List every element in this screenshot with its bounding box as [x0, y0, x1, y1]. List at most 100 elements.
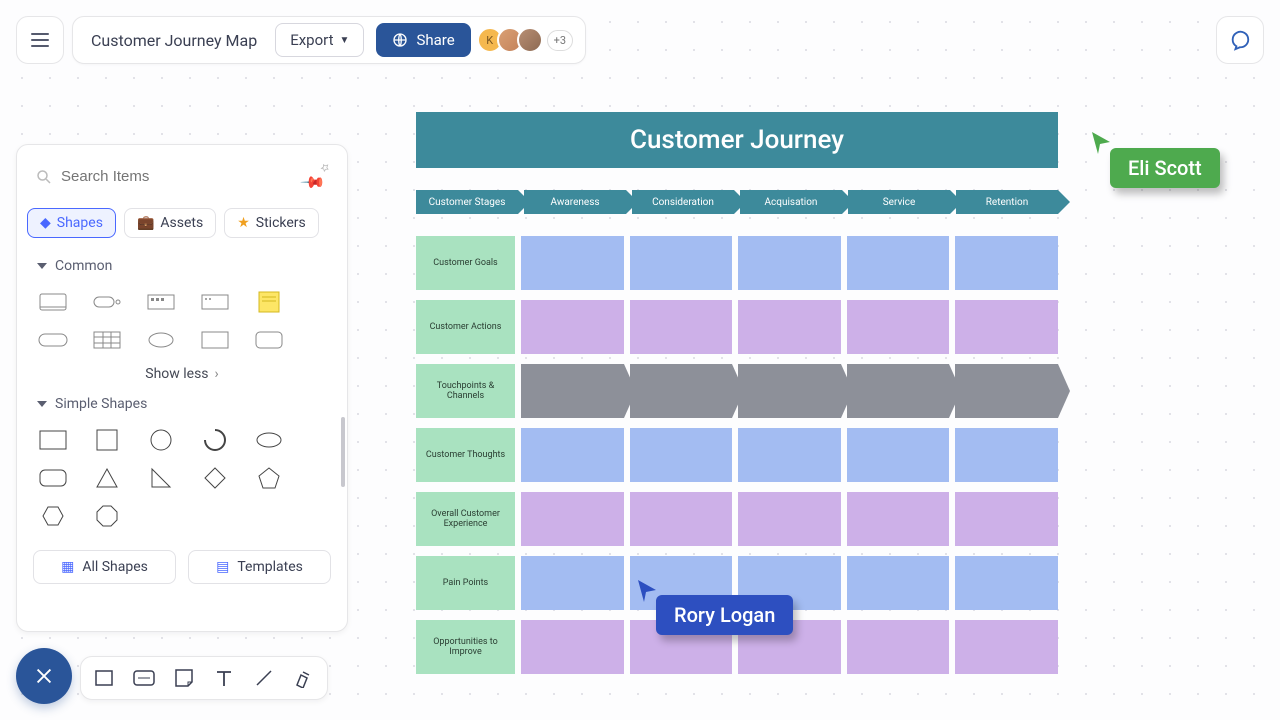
shape-arc[interactable]	[199, 428, 231, 452]
grid-cell[interactable]	[630, 428, 733, 482]
grid-cell[interactable]	[630, 364, 733, 418]
stage-header[interactable]: Awareness	[524, 190, 626, 214]
shape-ellipse[interactable]	[253, 428, 285, 452]
tool-line[interactable]	[251, 665, 277, 691]
journey-map[interactable]: Customer Journey Customer Stages Awarene…	[416, 112, 1058, 674]
shape-circle[interactable]	[145, 428, 177, 452]
grid-cell[interactable]	[955, 300, 1058, 354]
shape-square[interactable]	[91, 428, 123, 452]
shape-rectangle[interactable]	[37, 428, 69, 452]
shape-pill[interactable]	[37, 328, 69, 352]
section-common[interactable]: Common	[17, 252, 347, 280]
grid-cell[interactable]	[847, 556, 950, 610]
document-title[interactable]: Customer Journey Map	[85, 31, 263, 50]
grid-cell[interactable]	[738, 364, 841, 418]
shape-ellipse[interactable]	[145, 328, 177, 352]
grid-cell[interactable]	[847, 300, 950, 354]
grid-cell[interactable]	[738, 428, 841, 482]
shape-rounded-rect[interactable]	[253, 328, 285, 352]
grid-cell[interactable]	[955, 620, 1058, 674]
shape-diamond[interactable]	[199, 466, 231, 490]
shape-rounded-rect[interactable]	[37, 466, 69, 490]
grid-cell[interactable]	[738, 492, 841, 546]
menu-button[interactable]	[16, 16, 64, 64]
stage-header[interactable]: Customer Stages	[416, 190, 518, 214]
grid-cell[interactable]	[847, 428, 950, 482]
shape-right-triangle[interactable]	[145, 466, 177, 490]
collaborator-avatars[interactable]: K +3	[483, 27, 573, 53]
grid-cell[interactable]	[955, 556, 1058, 610]
stage-header[interactable]: Retention	[956, 190, 1058, 214]
tab-stickers[interactable]: ★ Stickers	[224, 208, 319, 238]
tab-shapes[interactable]: ◆ Shapes	[27, 208, 116, 238]
row-label[interactable]: Customer Actions	[416, 300, 515, 354]
close-panel-button[interactable]	[16, 648, 72, 704]
shape-hexagon[interactable]	[37, 504, 69, 528]
row-label[interactable]: Overall Customer Experience	[416, 492, 515, 546]
shape-triangle[interactable]	[91, 466, 123, 490]
show-less-toggle[interactable]: Show less ›	[17, 358, 347, 390]
shape-octagon[interactable]	[91, 504, 123, 528]
stage-header[interactable]: Service	[848, 190, 950, 214]
stage-header[interactable]: Acquisation	[740, 190, 842, 214]
grid-cell[interactable]	[521, 300, 624, 354]
journey-title[interactable]: Customer Journey	[416, 112, 1058, 168]
grid-cell[interactable]	[521, 364, 624, 418]
star-icon: ★	[237, 215, 250, 231]
row-label[interactable]: Customer Goals	[416, 236, 515, 290]
shapes-sidebar: 📌 ◆ Shapes 💼 Assets ★ Stickers Common S	[16, 144, 348, 632]
row-label[interactable]: Pain Points	[416, 556, 515, 610]
grid-cell[interactable]	[630, 492, 733, 546]
tool-sticky[interactable]	[171, 665, 197, 691]
grid-cell[interactable]	[955, 364, 1058, 418]
shape-keyboard[interactable]	[145, 290, 177, 314]
shape-card[interactable]	[37, 290, 69, 314]
grid-cell[interactable]	[847, 620, 950, 674]
grid-cell[interactable]	[955, 492, 1058, 546]
grid-cell[interactable]	[847, 236, 950, 290]
collaborator-cursor-label: Eli Scott	[1110, 148, 1220, 188]
section-label: Simple Shapes	[55, 396, 147, 412]
close-icon	[33, 665, 55, 687]
shape-table[interactable]	[91, 328, 123, 352]
grid-cell[interactable]	[521, 236, 624, 290]
section-simple-shapes[interactable]: Simple Shapes	[17, 390, 347, 418]
templates-button[interactable]: ▤ Templates	[188, 550, 331, 584]
grid-cell[interactable]	[847, 492, 950, 546]
more-collaborators[interactable]: +3	[547, 30, 573, 51]
tool-rectangle[interactable]	[91, 665, 117, 691]
shape-window[interactable]	[199, 290, 231, 314]
tab-assets[interactable]: 💼 Assets	[124, 208, 216, 238]
grid-cell[interactable]	[955, 236, 1058, 290]
stage-header[interactable]: Consideration	[632, 190, 734, 214]
grid-cell[interactable]	[521, 428, 624, 482]
export-button[interactable]: Export ▼	[275, 23, 364, 57]
chat-button[interactable]	[1216, 16, 1264, 64]
grid-cell[interactable]	[847, 364, 950, 418]
shape-pentagon[interactable]	[253, 466, 285, 490]
share-button[interactable]: Share	[376, 23, 470, 57]
grid-cell[interactable]	[521, 556, 624, 610]
grid-cell[interactable]	[630, 236, 733, 290]
all-shapes-button[interactable]: ▦ All Shapes	[33, 550, 176, 584]
search-icon	[35, 168, 53, 186]
shape-sticky-note[interactable]	[253, 290, 285, 314]
tool-text[interactable]	[211, 665, 237, 691]
scrollbar[interactable]	[341, 417, 345, 487]
search-input[interactable]	[61, 168, 301, 185]
grid-cell[interactable]	[630, 300, 733, 354]
grid-cell[interactable]	[521, 492, 624, 546]
tool-label[interactable]	[131, 665, 157, 691]
tool-highlighter[interactable]	[291, 665, 317, 691]
row-label[interactable]: Touchpoints & Channels	[416, 364, 515, 418]
grid-cell[interactable]	[521, 620, 624, 674]
shape-tag[interactable]	[91, 290, 123, 314]
row-label[interactable]: Opportunities to Improve	[416, 620, 515, 674]
pin-icon[interactable]: 📌	[300, 157, 339, 196]
row-label[interactable]: Customer Thoughts	[416, 428, 515, 482]
grid-cell[interactable]	[955, 428, 1058, 482]
shape-rectangle[interactable]	[199, 328, 231, 352]
common-shapes-grid	[17, 280, 347, 358]
grid-cell[interactable]	[738, 300, 841, 354]
grid-cell[interactable]	[738, 236, 841, 290]
